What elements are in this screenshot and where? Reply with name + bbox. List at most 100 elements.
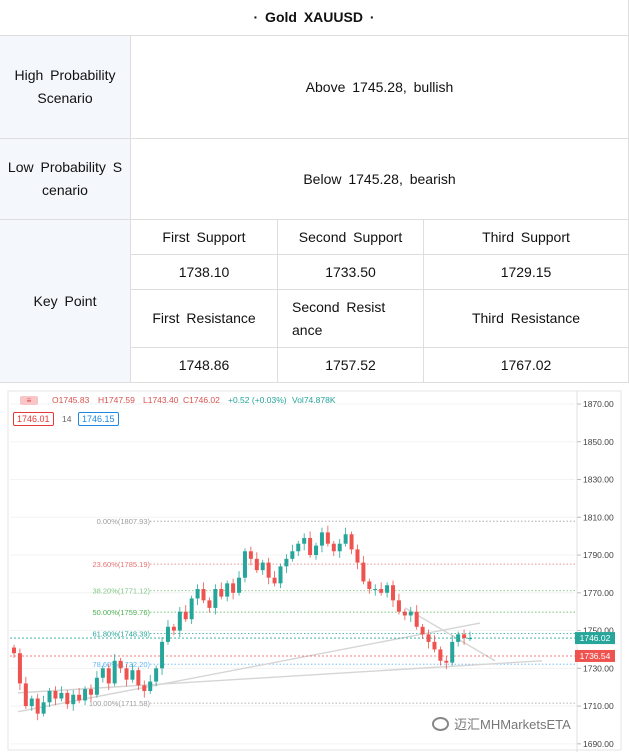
candle-body [148,681,153,691]
candle-body [83,689,88,701]
y-tick-label: 1710.00 [583,701,614,711]
third-support-value: 1729.15 [424,255,629,290]
price-chart[interactable]: 1870.00 1850.00 1830.00 1810.00 1790.00 1770.… [0,383,629,752]
candle-body [177,611,182,631]
candle-body [219,589,224,597]
candle-body [231,583,236,593]
high-probability-label: High Probability Scenario [0,36,131,139]
ohlc-close: C1746.02 [183,395,220,405]
first-support-value: 1738.10 [131,255,278,290]
candle-body [53,690,58,699]
second-resistance-header: Second Resist ance [278,290,424,348]
candle-body [118,660,123,669]
y-tick-label: 1870.00 [583,399,614,409]
candle-body [12,647,16,654]
y-tick-label: 1790.00 [583,550,614,560]
price-tag-label: 1746.02 [580,633,611,643]
candle-body [47,690,52,703]
first-support-header: First Support [131,220,278,255]
candle-body [385,585,390,593]
candle-body [337,543,342,552]
candle-body [106,668,111,684]
candle-body [248,551,253,559]
candle-body [165,626,170,642]
candle-body [207,600,212,608]
candle-body [225,583,230,597]
low-probability-value: Below 1745.28, bearish [131,139,629,220]
candle-body [189,598,194,620]
candle-body [343,534,348,544]
y-tick-label: 1770.00 [583,588,614,598]
third-resistance-header: Third Resistance [424,290,629,348]
candle-body [408,611,413,616]
key-levels-table: · Gold XAUUSD · High Probability Scenari… [0,0,629,383]
candle-body [432,641,437,650]
candlestick-chart-svg[interactable]: 1870.00 1850.00 1830.00 1810.00 1790.00 1770.… [0,383,629,752]
ohlc-low: L1743.40 [143,395,179,405]
fib-level-label: 23.60%(1785.19) [92,560,150,569]
table-title: · Gold XAUUSD · [0,0,629,36]
first-resistance-value: 1748.86 [131,348,278,383]
candle-body [100,668,105,678]
wechat-icon [432,716,449,731]
candle-body [254,558,259,571]
candle-body [77,694,82,701]
bid-price-box[interactable]: 1746.01 [13,412,54,426]
candle-body [183,611,188,620]
second-support-header: Second Support [278,220,424,255]
candle-body [160,641,165,669]
candle-body [278,566,283,584]
candle-body [23,683,28,707]
candle-body [414,611,419,627]
candle-body [402,611,407,616]
second-support-value: 1733.50 [278,255,424,290]
key-point-label: Key Point [0,220,131,383]
candle-body [71,694,76,705]
candle-body [35,698,40,714]
candle-body [213,589,218,608]
candle-body [136,670,141,686]
candle-body [59,692,64,699]
fib-level-label: 100.00%(1711.58) [89,699,151,708]
fib-level-label: 50.00%(1759.76) [92,608,150,617]
candle-body [456,634,461,642]
candle-body [65,692,70,705]
indicator-toggle-icon[interactable]: ≡ [20,396,38,405]
candle-body [426,634,431,642]
candle-body [462,634,467,639]
candle-body [266,562,271,578]
candle-body [331,543,336,552]
y-tick-label: 1730.00 [583,663,614,673]
candle-body [444,660,449,663]
candle-body [41,702,46,714]
candle-body [302,538,307,544]
spread-value: 14 [62,414,72,424]
price-tag-label: 1736.54 [580,651,611,661]
ohlc-change: +0.52 (+0.03%) [228,395,287,405]
ohlc-high: H1747.59 [98,395,135,405]
y-tick-label: 1830.00 [583,475,614,485]
candle-body [355,549,360,563]
watermark-text: 迈汇MHMarketsETA [454,717,571,732]
candle-body [112,660,117,684]
candle-body [142,685,147,691]
fib-level-label: 38.20%(1771.12) [92,587,150,596]
candle-body [171,626,176,631]
fib-level-label: 0.00%(1807.93) [97,517,151,526]
y-tick-label: 1810.00 [583,512,614,522]
ohlc-volume: Vol74.878K [292,395,336,405]
high-probability-value: Above 1745.28, bullish [131,36,629,139]
fib-level-label: 61.80%(1748.39) [92,630,150,639]
candle-body [391,585,396,601]
third-resistance-value: 1767.02 [424,348,629,383]
candle-body [130,670,135,680]
candle-body [237,577,242,593]
y-tick-label: 1690.00 [583,739,614,749]
candle-body [468,638,472,640]
candle-body [88,689,93,695]
candle-body [349,534,354,550]
candle-body [94,677,99,695]
candle-body [17,653,22,684]
ask-price-box[interactable]: 1746.15 [78,412,119,426]
ohlc-open: O1745.83 [52,395,90,405]
